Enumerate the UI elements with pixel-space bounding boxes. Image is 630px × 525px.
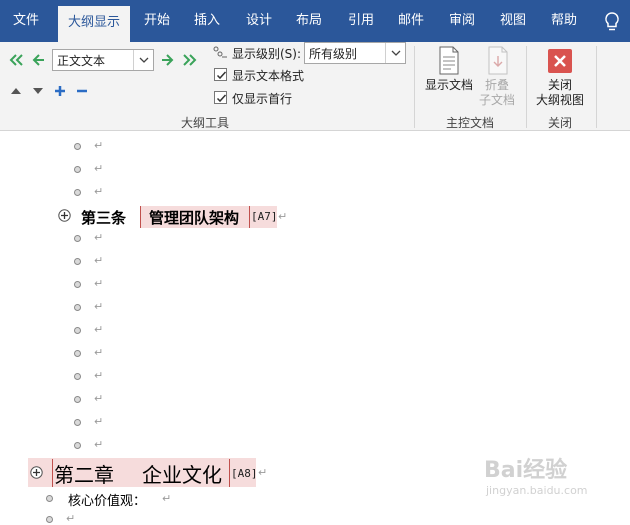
chevron-down-icon <box>385 43 405 63</box>
body-text-bullet <box>74 166 81 173</box>
paragraph-mark: ↵ <box>94 277 104 290</box>
show-level-label: 显示级别(S): <box>232 47 302 61</box>
tab-insert[interactable]: 插入 <box>186 0 228 42</box>
show-level-value: 所有级别 <box>309 47 358 61</box>
chapter-number: 第二章 <box>54 463 114 487</box>
move-down-icon[interactable] <box>30 83 46 99</box>
tab-review[interactable]: 审阅 <box>441 0 483 42</box>
body-text-bullet <box>74 419 81 426</box>
core-values-text: 核心价值观： <box>68 494 147 509</box>
collapse-subdocuments-icon <box>488 46 508 75</box>
paragraph-mark: ↵ <box>94 185 104 198</box>
collapse-minus-icon[interactable] <box>74 83 90 99</box>
show-first-line-label: 仅显示首行 <box>232 92 293 106</box>
expand-heading-plus-icon[interactable] <box>58 209 71 222</box>
body-text-bullet <box>74 189 81 196</box>
ribbon-tab-bar: 文件 大纲显示 开始 插入 设计 布局 引用 邮件 审阅 视图 帮助 <box>0 0 630 42</box>
paragraph-mark: ↵ <box>94 415 104 428</box>
lightbulb-icon[interactable] <box>601 10 623 34</box>
tab-mailings[interactable]: 邮件 <box>390 0 432 42</box>
body-text-bullet <box>74 327 81 334</box>
close-group-label: 关闭 <box>547 116 572 130</box>
outline-tools-group-label: 大纲工具 <box>180 116 229 130</box>
master-document-group-label: 主控文档 <box>445 116 494 130</box>
paragraph-mark: ↵ <box>94 438 104 451</box>
group-divider <box>526 46 527 128</box>
tab-home[interactable]: 开始 <box>136 0 178 42</box>
promote-to-heading1-icon[interactable] <box>8 52 24 68</box>
body-text-bullet <box>74 304 81 311</box>
ribbon-panel: 正文文本 显示级别(S): 所有级别 显示文本格式 仅显示首行 大纲工具 显示文… <box>0 42 630 131</box>
show-text-format-checkbox[interactable] <box>214 68 227 81</box>
tab-outline[interactable]: 大纲显示 <box>58 6 130 42</box>
outline-level-value: 正文文本 <box>57 54 106 68</box>
body-text-bullet <box>74 373 81 380</box>
body-text-bullet <box>46 516 53 523</box>
group-divider <box>414 46 415 128</box>
paragraph-mark: ↵ <box>94 162 104 175</box>
move-up-icon[interactable] <box>8 83 24 99</box>
demote-icon[interactable] <box>160 52 176 68</box>
expand-heading-plus-icon[interactable] <box>30 466 43 479</box>
show-text-format-label: 显示文本格式 <box>232 69 305 83</box>
comment-range-end <box>249 206 250 228</box>
comment-tag[interactable]: [A7] <box>251 210 278 223</box>
paragraph-mark: ↵ <box>94 323 104 336</box>
demote-to-body-text-icon[interactable] <box>182 52 198 68</box>
watermark-url: jingyan.baidu.com <box>486 484 588 497</box>
tab-references[interactable]: 引用 <box>340 0 382 42</box>
body-text-bullet <box>74 258 81 265</box>
paragraph-mark: ↵ <box>278 210 288 223</box>
tab-help[interactable]: 帮助 <box>543 0 585 42</box>
show-level-select[interactable]: 所有级别 <box>304 42 406 64</box>
show-document-label[interactable]: 显示文档 <box>420 78 478 93</box>
paragraph-mark: ↵ <box>162 492 172 505</box>
body-text-bullet <box>74 281 81 288</box>
article-title: 管理团队架构 <box>149 209 240 227</box>
watermark: Bai经验 jingyan.baidu.com <box>480 452 630 502</box>
paragraph-mark: ↵ <box>94 300 104 313</box>
tab-layout[interactable]: 布局 <box>288 0 330 42</box>
paragraph-mark: ↵ <box>94 392 104 405</box>
comment-tag[interactable]: [A8] <box>231 467 258 480</box>
body-text-bullet <box>74 235 81 242</box>
watermark-text: Bai经验 <box>484 458 568 483</box>
tab-design[interactable]: 设计 <box>238 0 280 42</box>
body-text-bullet <box>74 350 81 357</box>
outline-level-select[interactable]: 正文文本 <box>52 49 154 71</box>
promote-icon[interactable] <box>30 52 46 68</box>
paragraph-mark: ↵ <box>94 346 104 359</box>
comment-range-start <box>52 459 53 487</box>
body-text-bullet <box>74 442 81 449</box>
paragraph-mark: ↵ <box>258 466 268 479</box>
paragraph-mark: ↵ <box>94 139 104 152</box>
chevron-down-icon <box>133 50 153 70</box>
close-outline-view-icon[interactable] <box>547 48 573 74</box>
tab-file[interactable]: 文件 <box>0 0 52 42</box>
show-document-icon[interactable] <box>437 46 461 76</box>
chapter-title: 企业文化 <box>142 463 222 487</box>
paragraph-mark: ↵ <box>94 231 104 244</box>
group-divider <box>596 46 597 128</box>
body-text-bullet <box>46 495 53 502</box>
paragraph-mark: ↵ <box>94 369 104 382</box>
show-first-line-checkbox[interactable] <box>214 91 227 104</box>
paragraph-mark: ↵ <box>94 254 104 267</box>
close-outline-view-label[interactable]: 关闭 大纲视图 <box>528 78 592 108</box>
collapse-subdocuments-label: 折叠 子文档 <box>478 78 515 107</box>
body-text-bullet <box>74 396 81 403</box>
article-number: 第三条 <box>81 209 127 227</box>
expand-plus-icon[interactable] <box>52 83 68 99</box>
show-level-icon <box>213 46 227 58</box>
paragraph-mark: ↵ <box>66 512 76 525</box>
body-text-bullet <box>74 143 81 150</box>
tab-view[interactable]: 视图 <box>492 0 534 42</box>
comment-range-end <box>229 459 230 487</box>
